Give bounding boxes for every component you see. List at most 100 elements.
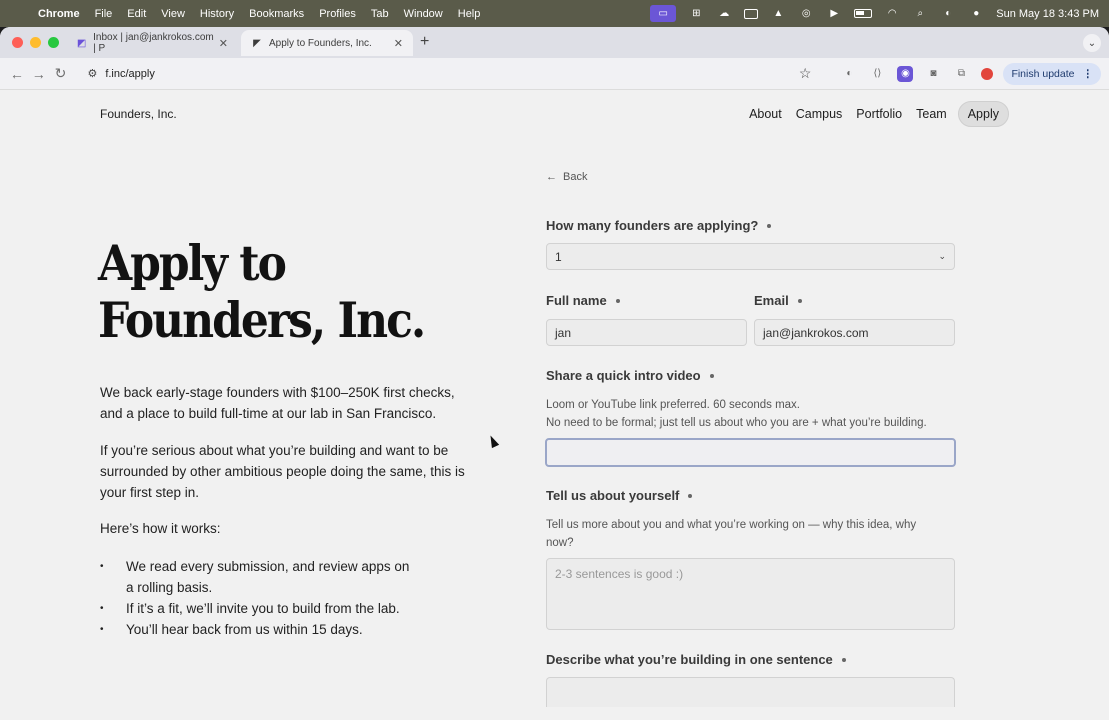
extension-purple-icon[interactable]: ◉ [897,65,914,82]
required-dot [615,298,620,303]
menu-clock[interactable]: Sun May 18 3:43 PM [996,8,1099,20]
intro-video-input[interactable] [545,438,956,467]
menu-app-chrome[interactable]: Chrome [38,8,80,20]
tab-apply[interactable]: ◤ Apply to Founders, Inc. ✕ [241,30,413,56]
nav-portfolio[interactable]: Portfolio [849,102,909,126]
play-icon[interactable]: ▶ [826,8,842,20]
camera-icon[interactable]: ◙ [925,66,941,82]
nav-team[interactable]: Team [909,102,954,126]
search-icon[interactable]: ⌕ [912,8,928,20]
menu-tab[interactable]: Tab [371,8,389,20]
screen-share-icon[interactable]: ▭ [650,5,677,22]
input-value: jan [555,325,572,340]
close-tab-icon[interactable]: ✕ [394,37,403,50]
tab-search-icon[interactable]: ⌄ [1083,34,1101,52]
wifi-icon[interactable]: ◠ [884,8,900,20]
finish-update-button[interactable]: Finish update ⋮ [1003,62,1101,85]
bookmark-star-icon[interactable]: ☆ [799,65,812,82]
app-status-icon[interactable]: ⊞ [688,8,704,20]
menu-bookmarks[interactable]: Bookmarks [249,8,304,20]
extension-code-icon[interactable]: ⟨⟩ [869,66,885,82]
site-brand[interactable]: Founders, Inc. [100,107,177,121]
help-line-1: Loom or YouTube link preferred. 60 secon… [546,399,800,411]
extensions-area: ◐ ⟨⟩ ◉ ◙ ⧉ [841,65,994,82]
label-text: Full name [546,293,607,308]
menu-help[interactable]: Help [458,8,481,20]
title-line-1: Apply to [98,236,287,293]
close-window-button[interactable] [12,37,23,48]
close-tab-icon[interactable]: ✕ [219,37,228,50]
select-value: 1 [555,249,562,264]
nav-apply[interactable]: Apply [957,101,1009,127]
address-bar[interactable]: ⚙ f.inc/apply ☆ [79,62,819,86]
arrow-left-icon: ← [546,171,557,183]
about-help: Tell us more about you and what you’re w… [546,519,917,549]
forward-arrow-icon[interactable]: → [30,63,48,85]
tab-title: Inbox | jan@jankrokos.com | P [93,32,214,54]
about-textarea[interactable]: 2-3 sentences is good :) [546,558,955,630]
menu-window[interactable]: Window [404,8,443,20]
status-icons: ▭ ⊞ ☁ ▲ ◎ ▶ ◠ ⌕ ◐ ● Sun May 18 3:43 PM [650,5,1099,22]
chevron-down-icon: ⌄ [938,251,946,261]
textarea-placeholder: 2-3 sentences is good :) [555,567,684,581]
page-content: Founders, Inc. About Campus Portfolio Te… [0,91,1109,720]
required-dot [688,493,693,498]
site-nav: About Campus Portfolio Team Apply [742,101,1009,127]
label-text: Describe what you’re building in one sen… [546,652,833,667]
one-sentence-label: Describe what you’re building in one sen… [546,652,846,667]
zoom-window-button[interactable] [48,37,59,48]
intro-paragraph: We back early-stage founders with $100–2… [100,385,455,421]
menu-profiles[interactable]: Profiles [319,8,356,20]
browser-window: ◩ Inbox | jan@jankrokos.com | P ✕ ◤ Appl… [0,27,1109,720]
site-settings-icon[interactable]: ⚙ [87,67,97,80]
extension-shield-icon[interactable]: ◐ [841,66,857,82]
more-menu-icon[interactable]: ⋮ [1082,68,1093,80]
triangle-app-icon[interactable]: ▲ [770,8,786,20]
required-dot [797,298,802,303]
airdrop-icon[interactable]: ◎ [798,8,814,20]
back-link[interactable]: ← Back [546,171,587,183]
help-line-2: No need to be formal; just tell us about… [546,416,927,429]
control-center-icon[interactable]: ◐ [940,8,956,20]
nav-about[interactable]: About [742,102,789,126]
email-label: Email [754,293,802,308]
window-controls [12,37,59,48]
back-label: Back [563,171,588,183]
reload-icon[interactable]: ↻ [52,63,70,85]
url-text[interactable]: f.inc/apply [105,68,155,80]
nav-campus[interactable]: Campus [789,102,850,126]
steps-list: We read every submission, and review app… [100,556,420,640]
minimize-window-button[interactable] [30,37,41,48]
founders-count-select[interactable]: 1 ⌄ [546,243,955,270]
menu-edit[interactable]: Edit [127,8,146,20]
fullname-label: Full name [546,293,620,308]
siri-icon[interactable]: ● [968,8,984,20]
menu-history[interactable]: History [200,8,234,20]
profile-avatar[interactable] [981,67,994,80]
new-tab-button[interactable]: + [420,33,429,51]
how-it-works-title: Here’s how it works: [100,521,221,536]
menu-file[interactable]: File [95,8,113,20]
cloud-icon[interactable]: ☁ [716,8,732,20]
menu-view[interactable]: View [161,8,185,20]
required-dot [841,657,846,662]
email-input[interactable]: jan@jankrokos.com [754,319,955,346]
label-text: Email [754,293,789,308]
keyboard-icon[interactable] [744,8,759,19]
fullname-input[interactable]: jan [546,319,747,346]
finish-update-label: Finish update [1011,67,1075,80]
label-text: Tell us about yourself [546,488,680,503]
label-text: Share a quick intro video [546,368,701,383]
intro-video-help: Loom or YouTube link preferred. 60 secon… [546,397,966,432]
founders-logo-icon: ◤ [253,37,261,49]
required-dot [767,223,772,228]
puzzle-icon[interactable]: ⧉ [953,66,969,82]
tab-title: Apply to Founders, Inc. [269,37,372,49]
one-sentence-input[interactable] [546,677,955,707]
tab-inbox[interactable]: ◩ Inbox | jan@jankrokos.com | P ✕ [66,30,238,56]
mouse-cursor [486,433,500,449]
back-arrow-icon[interactable]: ← [8,63,26,85]
required-dot [709,373,714,378]
macos-menu-bar: Chrome File Edit View History Bookmarks … [0,0,1109,27]
battery-icon[interactable] [854,9,873,18]
